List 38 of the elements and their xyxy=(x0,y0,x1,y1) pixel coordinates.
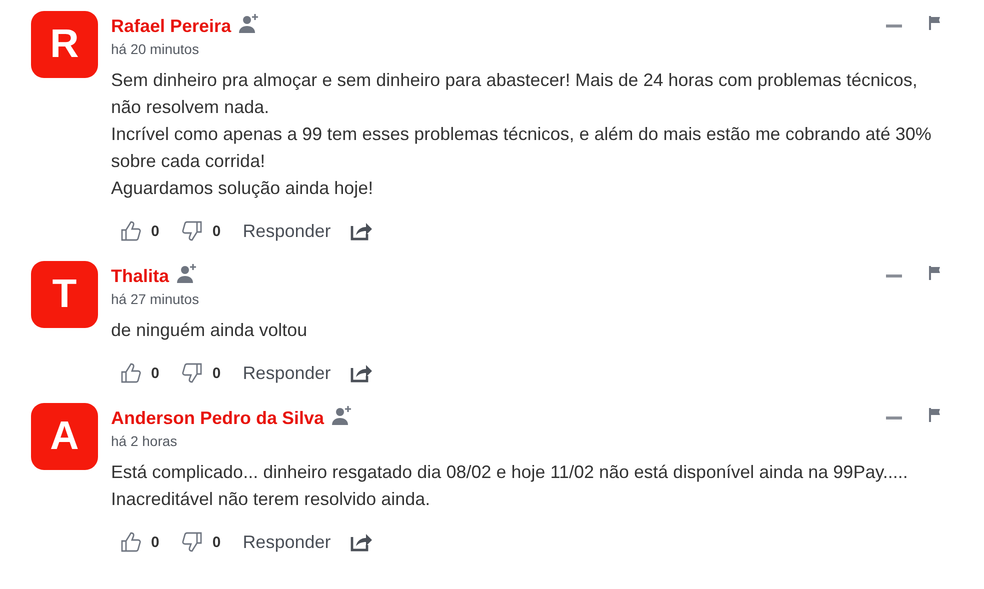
share-icon[interactable] xyxy=(350,363,372,383)
thumbs-down-icon[interactable] xyxy=(181,531,204,553)
timestamp: há 27 minutos xyxy=(111,291,200,307)
like-count: 0 xyxy=(151,222,160,240)
reply-button[interactable]: Responder xyxy=(242,362,331,384)
reply-button[interactable]: Responder xyxy=(242,532,331,552)
like-count: 0 xyxy=(151,534,160,550)
author-name[interactable]: Thalita xyxy=(111,266,170,286)
comment-text: Incrível como apenas a 99 tem esses problemas técnicos, e além do mais estão me cobrando até 30% sobre cada corrida! xyxy=(111,123,932,173)
like-count: 0 xyxy=(151,364,160,382)
comment-text: Está complicado... dinheiro resgatado dia 08/02 e hoje 11/02 não está disponível ainda na 99Pay..... Inacreditável não terem resolvido ainda. xyxy=(111,461,909,511)
dislike-count: 0 xyxy=(212,364,221,382)
share-icon[interactable] xyxy=(350,532,372,552)
reply-button[interactable]: Responder xyxy=(242,220,331,242)
author-name[interactable]: Rafael Pereira xyxy=(111,16,232,36)
timestamp: há 2 horas xyxy=(111,433,178,449)
comment-text: de ninguém ainda voltou xyxy=(111,319,308,342)
comment-text: Aguardamos solução ainda hoje! xyxy=(111,177,374,200)
comment-text: Sem dinheiro pra almoçar e sem dinheiro para abastecer! Mais de 24 horas com problemas técnicos, não resolvem nada. xyxy=(111,69,918,119)
collapse-icon[interactable] xyxy=(886,24,902,28)
share-icon[interactable] xyxy=(350,221,372,241)
thumbs-down-icon[interactable] xyxy=(181,362,204,384)
collapse-icon[interactable] xyxy=(886,274,902,278)
thumbs-down-icon[interactable] xyxy=(181,220,204,242)
thumbs-up-icon[interactable] xyxy=(120,220,142,242)
thumbs-up-icon[interactable] xyxy=(120,362,142,384)
avatar: A xyxy=(31,403,98,470)
avatar: R xyxy=(31,11,98,78)
collapse-icon[interactable] xyxy=(886,416,902,420)
flag-icon[interactable] xyxy=(929,266,941,280)
flag-icon[interactable] xyxy=(929,16,941,30)
flag-icon[interactable] xyxy=(929,408,941,422)
avatar: T xyxy=(31,261,98,328)
author-name[interactable]: Anderson Pedro da Silva xyxy=(111,408,324,428)
dislike-count: 0 xyxy=(212,534,221,550)
timestamp: há 20 minutos xyxy=(111,41,200,57)
thumbs-up-icon[interactable] xyxy=(120,531,142,553)
dislike-count: 0 xyxy=(212,222,221,240)
